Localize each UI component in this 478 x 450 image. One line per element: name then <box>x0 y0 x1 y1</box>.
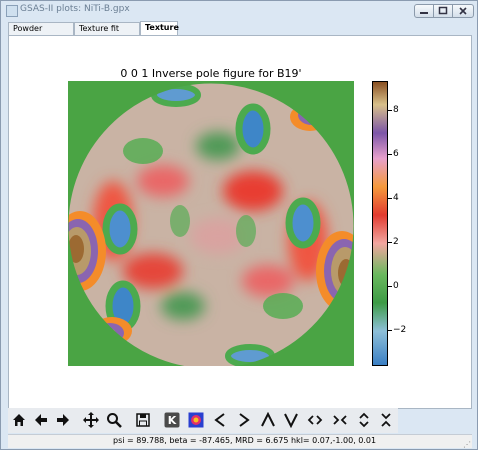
contract-vertical-icon <box>381 413 391 427</box>
close-icon <box>459 7 467 15</box>
contract-horizontal-button[interactable] <box>330 410 350 430</box>
close-button[interactable] <box>452 4 474 18</box>
status-bar: psi = 89.788, beta = -87.465, MRD = 6.67… <box>8 434 472 449</box>
maximize-button[interactable] <box>433 4 453 18</box>
colorbar <box>372 81 388 366</box>
colorbar-tick <box>388 154 392 155</box>
app-icon <box>6 5 18 17</box>
back-arrow-icon <box>35 414 47 426</box>
greater-than-icon <box>239 413 250 427</box>
resize-grip-icon[interactable]: ⋰ <box>463 440 471 449</box>
expand-horizontal-icon <box>307 415 323 425</box>
cursor-readout: psi = 89.788, beta = -87.465, MRD = 6.67… <box>113 436 377 445</box>
pole-figure-plot[interactable] <box>68 81 354 366</box>
tab-bar: Powder Patterns Texture fit error Textur… <box>8 21 472 45</box>
greater-than-button[interactable] <box>234 410 254 430</box>
colormap-button[interactable] <box>186 410 206 430</box>
save-button[interactable] <box>133 410 153 430</box>
colorbar-tick <box>388 286 392 287</box>
caret-up-button[interactable] <box>258 410 278 430</box>
zoom-icon <box>107 413 122 428</box>
minimize-icon <box>420 12 428 14</box>
colorbar-label: −2 <box>393 325 407 335</box>
home-icon <box>13 414 25 426</box>
colorbar-label: 2 <box>393 237 399 247</box>
home-button[interactable] <box>9 410 29 430</box>
title-bar[interactable]: GSAS-II plots: NiTi-B.gpx <box>1 1 477 21</box>
app-window: GSAS-II plots: NiTi-B.gpx Powder Pattern… <box>0 0 478 450</box>
contract-vertical-button[interactable] <box>376 410 396 430</box>
pan-button[interactable] <box>81 410 101 430</box>
colorbar-tick <box>388 242 392 243</box>
tab-powder-patterns[interactable]: Powder Patterns <box>8 22 74 45</box>
minimize-button[interactable] <box>414 4 434 18</box>
colorbar-label: 0 <box>393 281 399 291</box>
tab-texture-fit-error[interactable]: Texture fit error <box>74 22 140 45</box>
pan-icon <box>83 412 99 428</box>
less-than-icon <box>214 413 225 427</box>
pole-figure-disk <box>68 83 354 366</box>
caret-down-button[interactable] <box>281 410 301 430</box>
expand-vertical-icon <box>359 412 369 428</box>
back-button[interactable] <box>31 410 51 430</box>
colorbar-tick <box>388 110 392 111</box>
colorbar-label: 8 <box>393 105 399 115</box>
colorbar-tick <box>388 330 392 331</box>
contract-horizontal-icon <box>333 415 347 425</box>
plot-title: 0 0 1 Inverse pole figure for B19' <box>120 67 302 80</box>
forward-arrow-icon <box>57 414 69 426</box>
save-icon <box>136 413 150 427</box>
colorbar-label: 6 <box>393 149 399 159</box>
caret-up-icon <box>261 412 275 427</box>
tab-texture[interactable]: Texture <box>140 21 179 36</box>
plot-toolbar: K <box>8 408 398 433</box>
zoom-button[interactable] <box>104 410 124 430</box>
colorbar-tick <box>388 198 392 199</box>
colorbar-label: 4 <box>393 193 399 203</box>
k-key-button[interactable]: K <box>162 410 182 430</box>
expand-vertical-button[interactable] <box>354 410 374 430</box>
svg-text:K: K <box>168 414 177 427</box>
maximize-icon <box>438 6 448 15</box>
caret-down-icon <box>284 413 298 428</box>
colormap-icon <box>188 412 204 428</box>
forward-button[interactable] <box>53 410 73 430</box>
expand-horizontal-button[interactable] <box>305 410 325 430</box>
less-than-button[interactable] <box>210 410 230 430</box>
window-title: GSAS-II plots: NiTi-B.gpx <box>20 4 130 14</box>
k-key-icon: K <box>164 412 180 428</box>
